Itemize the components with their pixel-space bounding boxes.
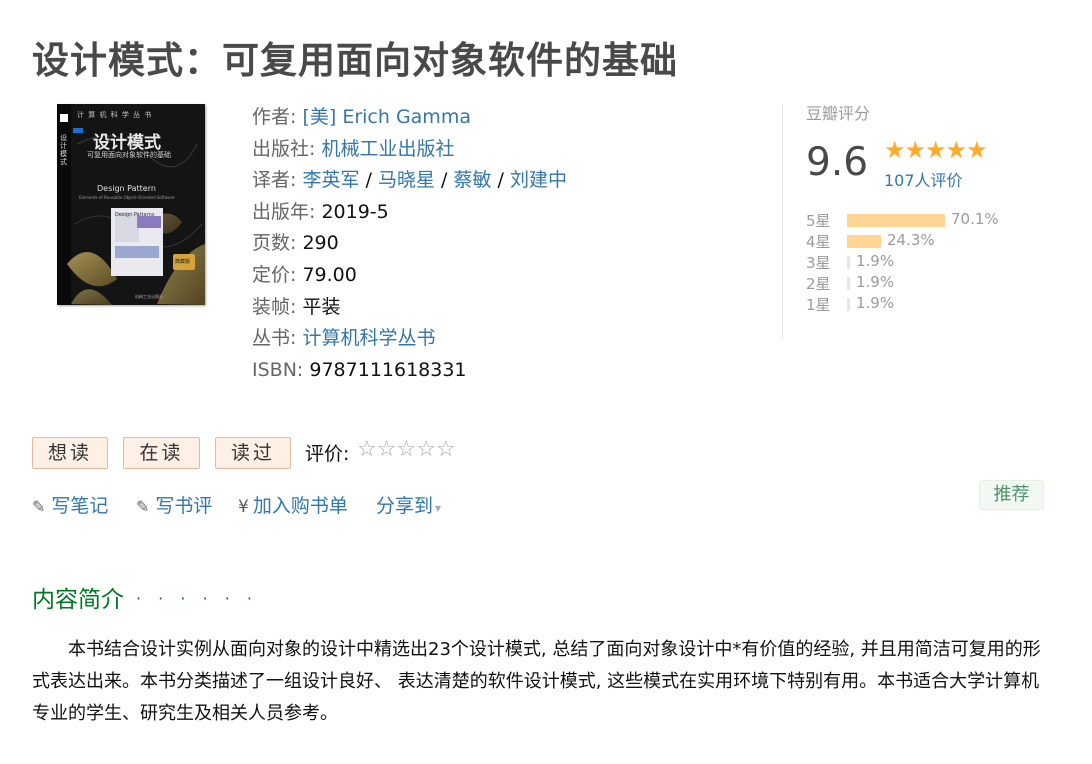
rating-row-percent: 1.9% [856,273,895,291]
info-pages: 页数: 290 [252,228,567,260]
intro-text: 本书结合设计实例从面向对象的设计中精选出23个设计模式, 总结了面向对象设计中*… [32,634,1044,730]
book-info: 作者: [美] Erich Gamma 出版社: 机械工业出版社 译者: 李英军… [252,102,567,386]
write-note-link[interactable]: ✎ 写笔记 [32,491,108,518]
rating-row-bar [847,277,850,290]
rating-score: 9.6 [806,140,869,185]
translator-separator: / [365,169,372,192]
translator-link[interactable]: 李英军 [302,169,359,191]
rating-row-bar [847,214,945,227]
translator-separator: / [497,169,504,192]
cover-badge: 典藏版 [175,259,191,265]
translator-separator: / [441,169,448,192]
reading-button[interactable]: 在读 [123,437,200,469]
want-to-read-button[interactable]: 想读 [32,437,108,469]
rating-row-percent: 24.3% [887,231,935,249]
cover-inner-title: Design Patterns [115,212,155,218]
info-publisher: 出版社: 机械工业出版社 [252,134,567,166]
write-review-link[interactable]: ✎ 写书评 [136,491,212,518]
pubyear-label: 出版年: [252,200,316,223]
rating-label: 豆瓣评分 [806,104,871,123]
chevron-down-icon: ▾ [435,501,442,515]
series-label: 丛书: [252,327,297,350]
cover-subtitle: 可复用面向对象软件的基础 [87,151,171,159]
rating-row-label: 5星 [806,212,831,230]
rate-star-icon[interactable]: ☆ [416,437,436,462]
rating-stars-icon: ★★★★★ [884,136,988,164]
pages-label: 页数: [252,232,297,255]
isbn-label: ISBN: [252,358,304,381]
cover-title-en: Design Pattern [97,184,156,193]
rating-panel: 豆瓣评分 9.6 ★★★★★ 107人评价 5星 70.1% 4星 24.3% … [806,100,1036,314]
add-to-booklist-link[interactable]: ¥ 加入购书单 [238,491,348,518]
cover-publisher-mark: 机械工业出版社 [135,294,163,299]
rating-row-bar [847,298,850,311]
binding-label: 装帧: [252,295,297,318]
book-cover-image[interactable]: 计 算 机 科 学 丛 书 设计模式 可复用面向对象软件的基础 Design P… [57,104,205,305]
pencil-icon: ✎ [136,497,150,516]
series-link[interactable]: 计算机科学丛书 [302,327,435,349]
share-link[interactable]: 分享到 ▾ [376,491,441,518]
rating-row-percent: 1.9% [856,252,895,270]
publisher-label: 出版社: [252,137,316,160]
translator-link[interactable]: 刘建中 [510,169,567,191]
intro-heading-dots: · · · · · · [136,589,258,608]
rating-row-label: 4星 [806,233,831,251]
rate-star-group: ☆☆☆☆☆ [357,437,456,462]
rating-row-percent: 1.9% [856,294,895,312]
isbn-value: 9787111618331 [309,358,467,381]
binding-value: 平装 [302,295,341,318]
author-link[interactable]: [美] Erich Gamma [302,106,471,128]
info-series: 丛书: 计算机科学丛书 [252,323,567,355]
rating-row-label: 3星 [806,254,831,272]
pages-value: 290 [302,232,339,255]
info-pubyear: 出版年: 2019-5 [252,197,567,229]
pencil-icon: ✎ [32,497,46,516]
share-label: 分享到 [376,495,434,517]
info-binding: 装帧: 平装 [252,292,567,324]
translator-label: 译者: [252,169,297,192]
translator-link[interactable]: 蔡敏 [453,169,491,191]
info-author: 作者: [美] Erich Gamma [252,102,567,134]
price-label: 定价: [252,263,297,286]
rating-row-label: 2星 [806,275,831,293]
rating-row-bar [847,235,881,248]
intro-paragraph: 本书结合设计实例从面向对象的设计中精选出23个设计模式, 总结了面向对象设计中*… [32,639,1041,724]
price-value: 79.00 [302,263,357,286]
publisher-link[interactable]: 机械工业出版社 [321,138,454,160]
rating-row-label: 1星 [806,296,831,314]
rating-row-percent: 70.1% [951,210,999,228]
add-to-booklist-label: 加入购书单 [252,495,348,517]
rate-star-icon[interactable]: ☆ [357,437,377,462]
have-read-button[interactable]: 读过 [215,437,291,469]
yen-icon: ¥ [238,497,249,517]
intro-heading-label: 内容简介 [32,587,124,613]
pubyear-value: 2019-5 [321,200,389,223]
rate-label: 评价: [305,443,350,465]
info-translator: 译者: 李英军 / 马晓星 / 蔡敏 / 刘建中 [252,165,567,197]
recommend-button[interactable]: 推荐 [979,480,1044,510]
rate-star-icon[interactable]: ☆ [396,437,416,462]
write-note-label: 写笔记 [51,495,109,517]
vertical-divider [782,104,783,340]
cover-subtitle-en: Elements of Reusable Object-Oriented Sof… [79,195,175,200]
info-price: 定价: 79.00 [252,260,567,292]
intro-heading: 内容简介 · · · · · · [32,580,258,614]
cover-series: 计 算 机 科 学 丛 书 [77,111,153,119]
book-title: 设计模式：可复用面向对象软件的基础 [32,39,678,82]
write-review-label: 写书评 [155,495,213,517]
rate-star-icon[interactable]: ☆ [377,437,397,462]
info-isbn: ISBN: 9787111618331 [252,355,567,387]
author-label: 作者: [252,106,297,128]
rating-row-bar [847,256,850,269]
cover-spine-title: 设计模式 [60,134,67,166]
translator-link[interactable]: 马晓星 [378,169,435,191]
rating-count-link[interactable]: 107人评价 [884,167,963,191]
rate-star-icon[interactable]: ☆ [436,437,456,462]
